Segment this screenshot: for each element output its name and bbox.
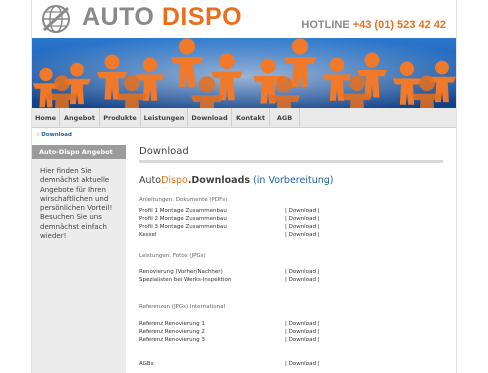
hotline-label: HOTLINE [301, 19, 350, 31]
nav-kontakt[interactable]: Kontakt [232, 108, 270, 128]
download-name: AGBs [139, 361, 154, 367]
main-nav: Home Angebot Produkte Leistungen Downloa… [32, 108, 456, 128]
download-row: Profil 3 Montage Zusammenbau | Download | [139, 224, 444, 232]
download-name: Profil 1 Montage Zusammenbau [139, 208, 227, 214]
sidebar: Auto-Dispo Angebot Hier finden Sie demnä… [32, 145, 126, 373]
download-name: Referenz Renovierung 2 [139, 329, 205, 335]
download-name: Kessel [139, 232, 157, 238]
download-name: Spezialisten bei Werks-Inspektion [139, 277, 232, 283]
nav-agb[interactable]: AGB [270, 108, 300, 128]
download-name: Profil 2 Montage Zusammenbau [139, 216, 227, 222]
page: AUTO DISPO HOTLINE +43 (01) 523 42 42 Ho… [31, 0, 457, 373]
section-label-leistungen: Leistungen: Fotos (JPGs) [139, 253, 206, 259]
download-row: Profil 1 Montage Zusammenbau | Download | [139, 208, 444, 216]
header-banner-image [32, 38, 456, 108]
download-row: Referenz Renovierung 2 | Download | [139, 329, 444, 337]
hotline: HOTLINE +43 (01) 523 42 42 [301, 19, 446, 31]
download-row: Profil 2 Montage Zusammenbau | Download | [139, 216, 444, 224]
logo-dispo-text: DISPO [161, 3, 243, 31]
heading-auto: Auto [139, 175, 162, 186]
download-row: Renovierung (Vorher/Nachher) | Download | [139, 269, 444, 277]
logo-auto-text: AUTO [82, 3, 155, 31]
nav-download[interactable]: Download [188, 108, 232, 128]
sidebar-heading: Auto-Dispo Angebot [32, 145, 126, 159]
hotline-number: +43 (01) 523 42 42 [352, 19, 446, 31]
download-link[interactable]: | Download | [285, 361, 320, 367]
breadcrumb-current[interactable]: Download [41, 132, 72, 138]
heading-downloads: .Downloads [187, 175, 251, 186]
download-link[interactable]: | Download | [285, 269, 320, 275]
download-link[interactable]: | Download | [285, 329, 320, 335]
nav-home[interactable]: Home [32, 108, 60, 128]
download-row: Spezialisten bei Werks-Inspektion | Downl… [139, 277, 444, 285]
download-link[interactable]: | Download | [285, 216, 320, 222]
globe-logo-icon [42, 5, 70, 33]
nav-produkte[interactable]: Produkte [100, 108, 141, 128]
page-title: Download [139, 146, 189, 157]
download-link[interactable]: | Download | [285, 277, 320, 283]
download-row: Referenz Renovierung 1 | Download | [139, 321, 444, 329]
download-row: Kessel | Download | [139, 232, 444, 240]
download-link[interactable]: | Download | [285, 232, 320, 238]
paper-people-illustration [32, 38, 456, 108]
header: AUTO DISPO HOTLINE +43 (01) 523 42 42 [32, 0, 456, 38]
download-name: Referenz Renovierung 3 [139, 337, 205, 343]
site-logo[interactable]: AUTO DISPO [82, 3, 242, 32]
download-name: Referenz Renovierung 1 [139, 321, 205, 327]
download-row: AGBs | Download | [139, 361, 444, 369]
heading-dispo: Dispo [161, 175, 188, 186]
download-link[interactable]: | Download | [285, 208, 320, 214]
download-name: Profil 3 Montage Zusammenbau [139, 224, 227, 230]
breadcrumb: › Download [37, 132, 72, 138]
nav-angebot[interactable]: Angebot [60, 108, 100, 128]
section-label-referenzen: Referenzen (JPGs) International [139, 304, 226, 310]
breadcrumb-arrow-icon: › [37, 132, 40, 138]
download-link[interactable]: | Download | [285, 321, 320, 327]
download-name: Renovierung (Vorher/Nachher) [139, 269, 223, 275]
heading-note: (in Vorbereitung) [253, 175, 334, 186]
title-divider [139, 160, 443, 163]
download-row: Referenz Renovierung 3 | Download | [139, 337, 444, 345]
download-link[interactable]: | Download | [285, 337, 320, 343]
downloads-heading: AutoDispo.Downloads (in Vorbereitung) [139, 175, 334, 186]
download-link[interactable]: | Download | [285, 224, 320, 230]
section-label-anleitungen: Anleitungen: Dokumente (PDFs) [139, 197, 228, 203]
nav-leistungen[interactable]: Leistungen [141, 108, 188, 128]
sidebar-text: Hier finden Sie demnächst aktuelle Angeb… [40, 167, 113, 241]
